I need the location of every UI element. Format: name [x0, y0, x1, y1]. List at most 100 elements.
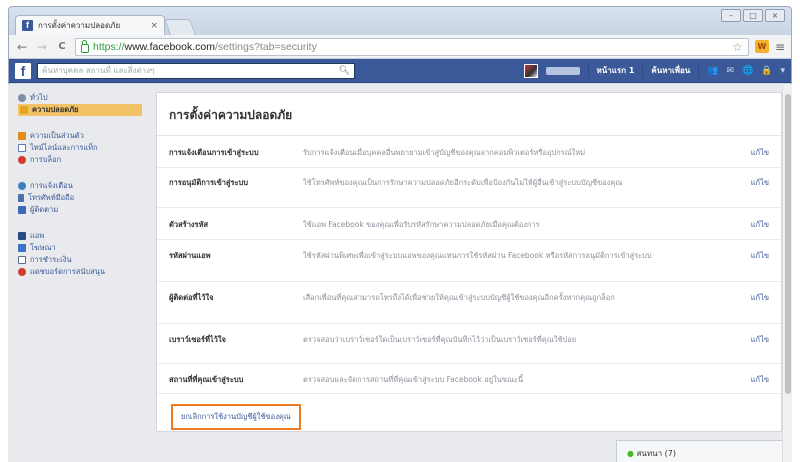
sidebar-item-label: ความปลอดภัย: [32, 105, 79, 114]
sidebar-item-label: การแจ้งเตือน: [30, 181, 73, 190]
messages-icon[interactable]: ✉: [726, 66, 734, 76]
phone-icon: [18, 194, 24, 202]
divider: [642, 63, 644, 78]
settings-row[interactable]: ตัวสร้างรหัส ใช้แอพ Facebook ของคุณเพื่อ…: [157, 208, 781, 240]
sidebar-group-apps: แอพ โฆษณา การชำระเงิน แดชบอร์ดการสนับสนุ…: [18, 230, 142, 278]
row-description: ใช้โทรศัพท์ของคุณเป็นการรักษาความปลอดภัย…: [303, 178, 623, 187]
scrollbar[interactable]: [782, 84, 792, 462]
search-icon[interactable]: 🔍︎: [339, 66, 350, 76]
sidebar-item-privacy[interactable]: ความเป็นส่วนตัว: [18, 130, 142, 142]
settings-row[interactable]: ผู้ติดต่อที่ไว้ใจ เลือกเพื่อนที่คุณสามาร…: [157, 282, 781, 324]
sidebar-group-privacy: ความเป็นส่วนตัว ไทม์ไลน์และการแท็ก การบล…: [18, 130, 142, 166]
forward-arrow-icon[interactable]: →: [35, 40, 49, 54]
sidebar-item-label: ทั่วไป: [30, 93, 48, 102]
tab-close-icon[interactable]: ×: [150, 21, 158, 31]
edit-link[interactable]: แก้ไข: [733, 147, 769, 159]
window-controls: – □ ×: [721, 9, 785, 22]
sidebar-item-label: ไทม์ไลน์และการแท็ก: [30, 143, 98, 152]
back-arrow-icon[interactable]: ←: [15, 40, 29, 54]
maximize-button[interactable]: □: [743, 9, 763, 22]
deactivate-account-link[interactable]: ยกเลิกการใช้งานบัญชีผู้ใช้ของคุณ: [171, 404, 301, 430]
home-link[interactable]: หน้าแรก 1: [597, 64, 635, 77]
sidebar-item-label: แอพ: [30, 231, 45, 240]
facebook-logo-icon[interactable]: f: [15, 62, 31, 79]
row-label: เบราว์เซอร์ที่ไว้ใจ: [169, 335, 226, 344]
sidebar-item-label: ความเป็นส่วนตัว: [30, 131, 84, 140]
sidebar-item-security[interactable]: ความปลอดภัย: [18, 104, 142, 116]
profile-name-redacted[interactable]: [545, 66, 580, 75]
extension-icon[interactable]: W: [754, 40, 769, 53]
close-window-button[interactable]: ×: [765, 9, 785, 22]
sidebar-item-blocking[interactable]: การบล็อก: [18, 154, 142, 166]
facebook-nav-right: หน้าแรก 1 ค้นหาเพื่อน 👥 ✉ 🌐 🔒 ▾: [523, 63, 785, 78]
edit-link[interactable]: แก้ไข: [733, 374, 769, 386]
settings-row[interactable]: เบราว์เซอร์ที่ไว้ใจ ตรวจสอบว่าเบราว์เซอร…: [157, 324, 781, 364]
settings-page: ทั่วไป ความปลอดภัย ความเป็นส่วนตัว ไทม์ไ…: [8, 84, 792, 462]
sidebar-item-followers[interactable]: ผู้ติดตาม: [18, 204, 142, 216]
search-placeholder: ค้นหาบุคคล สถานที่ และสิ่งต่างๆ: [42, 66, 155, 75]
browser-menu-icon[interactable]: ≡: [775, 40, 785, 54]
chat-sidebar-tab[interactable]: ● สนทนา (7): [616, 440, 786, 462]
browser-toolbar: ← → C https://www.facebook.com/settings?…: [9, 35, 791, 59]
row-label: การอนุมัติการเข้าสู่ระบบ: [169, 178, 249, 187]
new-tab-button[interactable]: [164, 19, 196, 35]
row-label: สถานที่ที่คุณเข้าสู่ระบบ: [169, 375, 244, 384]
caret-down-icon[interactable]: ▾: [780, 66, 785, 76]
timeline-icon: [18, 144, 26, 152]
deactivate-wrap: ยกเลิกการใช้งานบัญชีผู้ใช้ของคุณ: [157, 394, 781, 430]
bookmark-star-icon[interactable]: ☆: [732, 40, 743, 54]
title-bar: f การตั้งค่าความปลอดภัย × – □ ×: [9, 7, 791, 35]
divider: [587, 63, 589, 78]
row-description: เลือกเพื่อนที่คุณสามารถโทรถึงได้เพื่อช่ว…: [303, 293, 615, 302]
privacy-icon: [18, 132, 26, 140]
row-label: ตัวสร้างรหัส: [169, 220, 209, 229]
lock-icon: [20, 106, 28, 114]
settings-row[interactable]: การอนุมัติการเข้าสู่ระบบ ใช้โทรศัพท์ของค…: [157, 168, 781, 208]
sidebar-item-label: การบล็อก: [30, 155, 62, 164]
edit-link[interactable]: แก้ไข: [733, 219, 769, 231]
followers-icon: [18, 206, 26, 214]
row-description: ตรวจสอบว่าเบราว์เซอร์ใดเป็นเบราว์เซอร์ที…: [303, 335, 577, 344]
friends-icon[interactable]: 👥: [707, 66, 718, 76]
chat-label: สนทนา (7): [636, 449, 676, 458]
avatar[interactable]: [523, 63, 538, 78]
facebook-search-input[interactable]: ค้นหาบุคคล สถานที่ และสิ่งต่างๆ 🔍︎: [37, 62, 355, 79]
tab-title: การตั้งค่าความปลอดภัย: [38, 21, 121, 30]
apps-icon: [18, 232, 26, 240]
edit-link[interactable]: แก้ไข: [733, 177, 769, 189]
sidebar-item-ads[interactable]: โฆษณา: [18, 242, 142, 254]
settings-sidebar: ทั่วไป ความปลอดภัย ความเป็นส่วนตัว ไทม์ไ…: [8, 84, 148, 292]
settings-row[interactable]: การแจ้งเตือนการเข้าสู่ระบบ รับการแจ้งเตื…: [157, 136, 781, 168]
minimize-button[interactable]: –: [721, 9, 741, 22]
sidebar-item-support-dashboard[interactable]: แดชบอร์ดการสนับสนุน: [18, 266, 142, 278]
find-friends-link[interactable]: ค้นหาเพื่อน: [651, 64, 690, 77]
scrollbar-thumb[interactable]: [785, 94, 791, 394]
row-label: ผู้ติดต่อที่ไว้ใจ: [169, 293, 214, 302]
sidebar-item-timeline[interactable]: ไทม์ไลน์และการแท็ก: [18, 142, 142, 154]
page-title: การตั้งค่าความปลอดภัย: [157, 93, 781, 136]
settings-row[interactable]: สถานที่ที่คุณเข้าสู่ระบบ ตรวจสอบและจัดกา…: [157, 364, 781, 394]
sidebar-item-general[interactable]: ทั่วไป: [18, 92, 142, 104]
sidebar-item-label: การชำระเงิน: [30, 255, 72, 264]
edit-link[interactable]: แก้ไข: [733, 334, 769, 346]
facebook-top-bar: f ค้นหาบุคคล สถานที่ และสิ่งต่างๆ 🔍︎ หน้…: [9, 59, 791, 83]
edit-link[interactable]: แก้ไข: [733, 292, 769, 304]
sidebar-item-payments[interactable]: การชำระเงิน: [18, 254, 142, 266]
settings-row[interactable]: รหัสผ่านแอพ ใช้รหัสผ่านพิเศษเพื่อเข้าสู่…: [157, 240, 781, 282]
lock-icon[interactable]: 🔒: [761, 66, 772, 76]
edit-link[interactable]: แก้ไข: [733, 250, 769, 262]
sidebar-item-label: แดชบอร์ดการสนับสนุน: [30, 267, 106, 276]
browser-tab[interactable]: f การตั้งค่าความปลอดภัย ×: [15, 15, 165, 35]
sidebar-item-label: โทรศัพท์มือถือ: [28, 193, 75, 202]
ads-icon: [18, 244, 26, 252]
sidebar-item-mobile[interactable]: โทรศัพท์มือถือ: [18, 192, 142, 204]
payments-icon: [18, 256, 26, 264]
url-path: /settings?tab=security: [214, 40, 317, 53]
reload-icon[interactable]: C: [55, 41, 69, 52]
address-bar[interactable]: https://www.facebook.com/settings?tab=se…: [75, 37, 749, 56]
security-settings-panel: การตั้งค่าความปลอดภัย การแจ้งเตือนการเข้…: [156, 92, 782, 432]
sidebar-item-label: ผู้ติดตาม: [30, 205, 59, 214]
notifications-icon[interactable]: 🌐: [742, 66, 753, 76]
sidebar-item-notifications[interactable]: การแจ้งเตือน: [18, 180, 142, 192]
sidebar-item-apps[interactable]: แอพ: [18, 230, 142, 242]
